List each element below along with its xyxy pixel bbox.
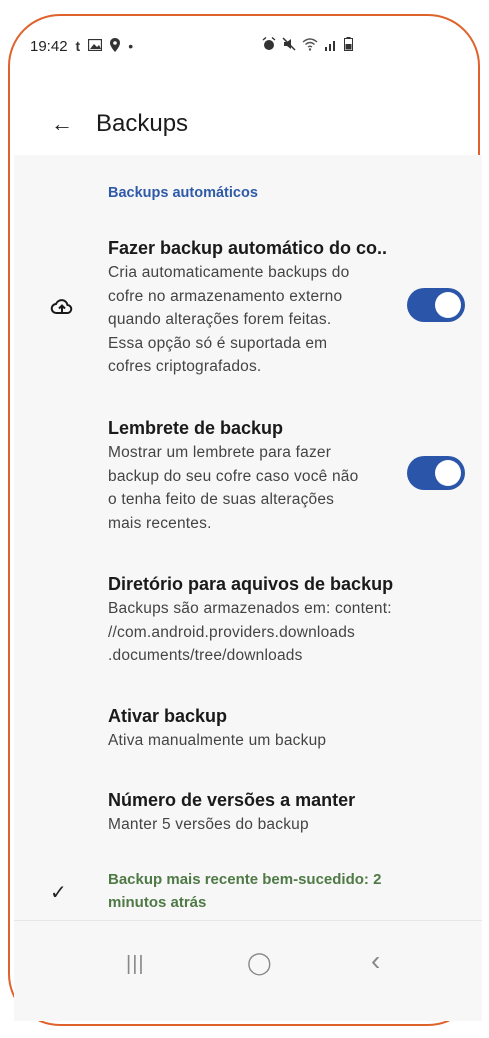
auto-backup-setting[interactable]: Fazer backup automático do co.. Cria aut… [108, 235, 408, 379]
home-button[interactable]: ◯ [247, 950, 272, 976]
mute-icon [282, 37, 296, 55]
auto-backup-description: Cria automaticamente backups do cofre no… [108, 264, 350, 375]
page-title: Backups [96, 110, 189, 137]
backup-reminder-setting[interactable]: Lembrete de backup Mostrar um lembrete p… [108, 415, 408, 535]
backup-reminder-toggle[interactable] [407, 456, 465, 490]
status-row: ✓ Backup mais recente bem-sucedido: 2 mi… [14, 860, 482, 920]
location-icon [110, 37, 121, 55]
backup-directory-setting[interactable]: Diretório para aquivos de backup Backups… [108, 571, 448, 668]
app-bar: ← Backups [14, 96, 474, 152]
back-button[interactable]: ← [42, 104, 82, 144]
auto-backup-toggle[interactable] [407, 288, 465, 322]
backup-directory-title: Diretório para aquivos de backup [108, 574, 394, 594]
backup-reminder-description: Mostrar um lembrete para fazer backup do… [108, 444, 359, 532]
section-header: Backups automáticos [108, 185, 258, 201]
alarm-icon [262, 36, 276, 55]
arrow-left-icon: ← [51, 111, 73, 136]
recents-button[interactable]: ||| [126, 953, 145, 976]
status-time: 19:42 [30, 37, 68, 55]
backup-directory-description: Backups são armazenados em: content: //c… [108, 600, 392, 664]
cloud-upload-icon [50, 299, 73, 314]
gallery-icon [88, 38, 103, 54]
nav-back-button[interactable]: ‹ [371, 945, 380, 977]
trigger-backup-description: Ativa manualmente um backup [108, 732, 327, 749]
check-icon: ✓ [50, 882, 67, 904]
backup-reminder-title: Lembrete de backup [108, 418, 284, 438]
status-right-icons [262, 34, 353, 58]
wifi-icon [302, 37, 318, 55]
trigger-backup-title: Ativar backup [108, 706, 228, 726]
settings-list: Backups automáticos Fazer backup automát… [14, 155, 482, 765]
versions-description: Manter 5 versões do backup [108, 816, 309, 833]
toggle-knob [435, 292, 461, 318]
versions-title: Número de versões a manter [108, 790, 356, 810]
battery-icon [344, 37, 353, 55]
last-backup-status: Backup mais recente bem-sucedido: 2 minu… [108, 871, 382, 911]
t-icon: t [75, 38, 81, 54]
status-bar: 19:42 t • [30, 34, 450, 58]
versions-setting[interactable]: Número de versões a manter Manter 5 vers… [108, 787, 408, 837]
navigation-bar: ||| ◯ ‹ [14, 920, 482, 1021]
toggle-knob [435, 460, 461, 486]
auto-backup-title: Fazer backup automático do co.. [108, 238, 388, 258]
trigger-backup-setting[interactable]: Ativar backup Ativa manualmente um backu… [108, 703, 408, 753]
signal-icon [324, 38, 338, 55]
dot-icon: • [128, 38, 134, 54]
